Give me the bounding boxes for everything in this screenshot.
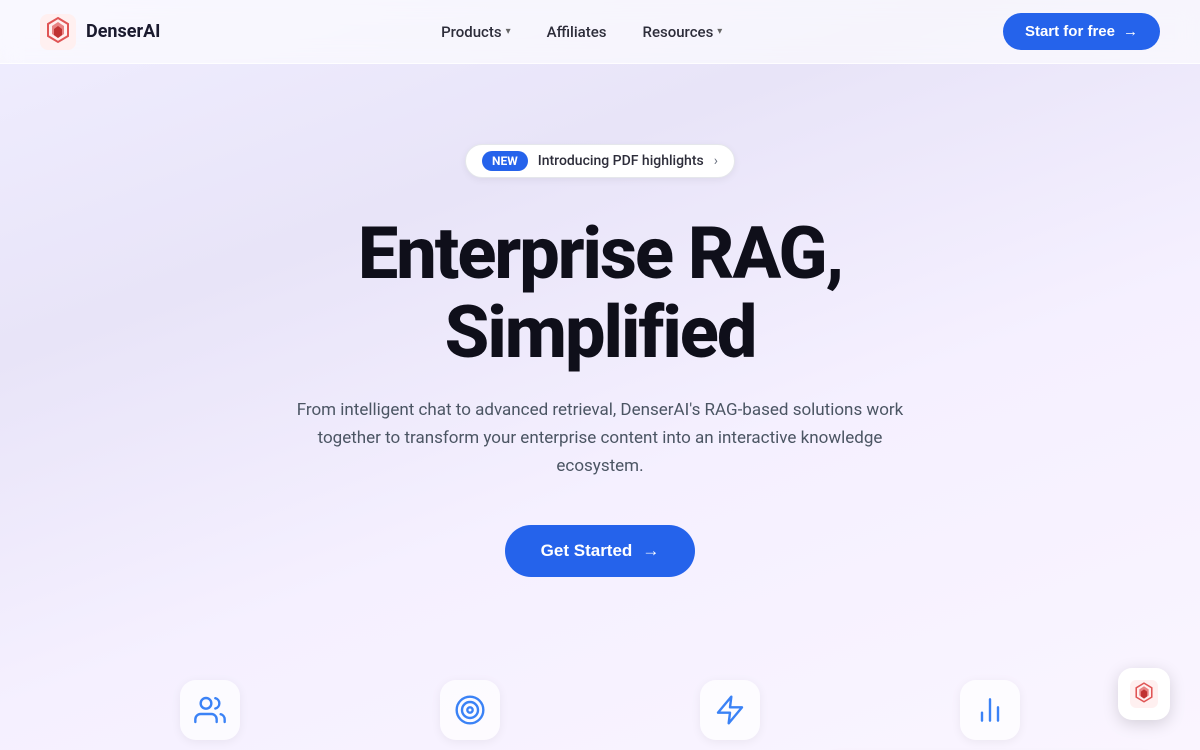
nav-links: Products ▾ Affiliates Resources ▾ [427, 15, 736, 49]
logo-text: DenserAI [86, 21, 160, 42]
nav-products[interactable]: Products ▾ [427, 15, 525, 49]
feature-icon-zap [700, 680, 760, 740]
resources-label: Resources [643, 23, 714, 41]
zap-icon [714, 694, 746, 726]
products-label: Products [441, 23, 502, 41]
new-badge[interactable]: NEW Introducing PDF highlights › [465, 144, 735, 178]
feature-icon-users [180, 680, 240, 740]
start-for-free-button[interactable]: Start for free → [1003, 13, 1160, 50]
logo-icon [40, 14, 76, 50]
users-icon [194, 694, 226, 726]
badge-arrow-icon: › [714, 153, 718, 169]
affiliates-label: Affiliates [547, 23, 607, 41]
target-icon [454, 694, 486, 726]
hero-title: Enterprise RAG, Simplified [200, 214, 1000, 372]
start-label: Start for free [1025, 23, 1115, 40]
bar-chart-icon [974, 694, 1006, 726]
chat-float-button[interactable] [1118, 668, 1170, 720]
hero-container: NEW Introducing PDF highlights › Enterpr… [0, 64, 1200, 750]
get-started-button[interactable]: Get Started → [505, 525, 696, 577]
get-started-label: Get Started [541, 541, 633, 561]
bottom-icons [0, 670, 1200, 750]
chat-float-icon [1130, 680, 1158, 708]
start-arrow-icon: → [1123, 23, 1138, 40]
nav-resources[interactable]: Resources ▾ [629, 15, 737, 49]
new-tag: NEW [482, 151, 528, 171]
get-started-arrow-icon: → [642, 541, 659, 561]
badge-text: Introducing PDF highlights [538, 153, 704, 169]
logo[interactable]: DenserAI [40, 14, 160, 50]
products-chevron-icon: ▾ [506, 26, 511, 37]
resources-chevron-icon: ▾ [717, 26, 722, 37]
nav-affiliates[interactable]: Affiliates [533, 15, 621, 49]
navbar: DenserAI Products ▾ Affiliates Resources… [0, 0, 1200, 64]
feature-icon-bar-chart [960, 680, 1020, 740]
hero-subtitle: From intelligent chat to advanced retrie… [290, 396, 910, 480]
hero-section: NEW Introducing PDF highlights › Enterpr… [0, 64, 1200, 577]
feature-icon-target [440, 680, 500, 740]
